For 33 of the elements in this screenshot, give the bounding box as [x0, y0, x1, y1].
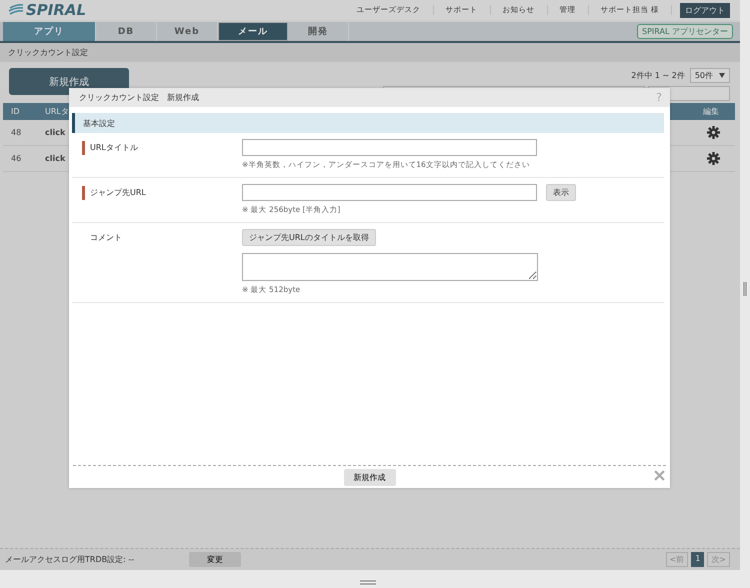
resize-grip-icon[interactable]: [743, 282, 747, 296]
show-button[interactable]: 表示: [546, 184, 576, 201]
text-field[interactable]: [242, 184, 537, 201]
gear-icon[interactable]: [707, 152, 720, 165]
table-cell-text: click: [45, 128, 66, 137]
trdb-setting: メールアクセスログ用TRDB設定: --: [5, 554, 134, 565]
table-cell-text: click: [45, 154, 66, 163]
breadcrumb: クリックカウント設定: [0, 43, 740, 62]
nav-tab[interactable]: DB: [96, 22, 157, 41]
section-header: 基本設定: [72, 113, 664, 133]
record-count: 2件中 1 ~ 2件: [631, 70, 685, 81]
text-field[interactable]: [242, 139, 537, 156]
per-page-select[interactable]: 50件: [690, 68, 730, 83]
gear-icon[interactable]: [707, 126, 720, 139]
resize-grip-icon[interactable]: [360, 580, 376, 585]
table-cell-text: 48: [10, 128, 22, 137]
comment-field[interactable]: [242, 253, 538, 281]
spiral-logo[interactable]: SPIRAL: [8, 1, 86, 19]
logout-button[interactable]: ログアウト: [680, 2, 730, 18]
nav-tab[interactable]: 開発: [288, 22, 349, 41]
field-label: URLタイトル: [82, 141, 138, 155]
nav-tab[interactable]: メール: [218, 22, 288, 41]
page-number[interactable]: 1: [691, 552, 704, 567]
fetch-title-button[interactable]: ジャンプ先URLのタイトルを取得: [242, 229, 376, 246]
app-center-button[interactable]: SPIRAL アプリセンター: [637, 24, 733, 39]
create-button[interactable]: 新規作成: [344, 468, 396, 486]
caret-icon: [719, 73, 725, 78]
field-label: コメント: [89, 232, 122, 244]
close-icon[interactable]: [654, 470, 665, 481]
dialog-title: クリックカウント設定 新規作成: [79, 92, 199, 103]
change-button[interactable]: 変更: [189, 552, 242, 567]
table-cell-text: 46: [10, 154, 22, 163]
field-label: ジャンプ先URL: [82, 186, 146, 200]
